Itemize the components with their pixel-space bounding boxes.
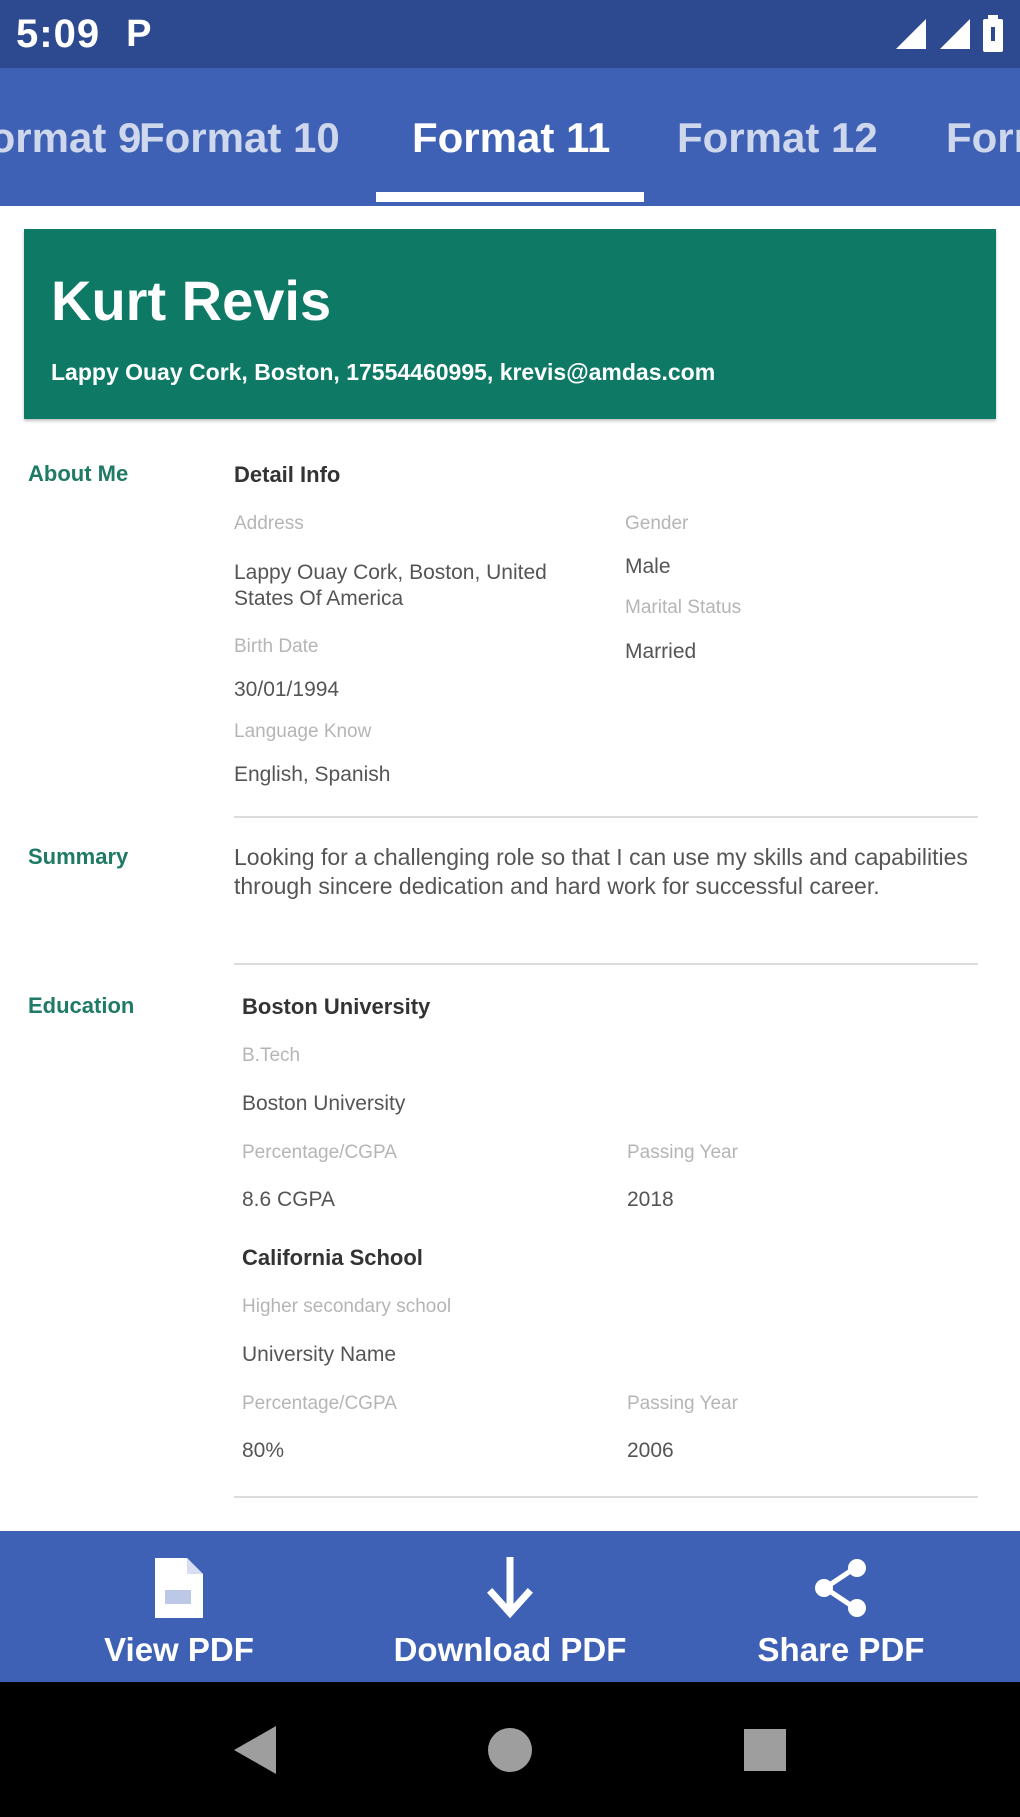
download-pdf-button[interactable]: Download PDF bbox=[376, 1531, 644, 1682]
section-label-education: Education bbox=[28, 993, 135, 1018]
divider bbox=[234, 963, 978, 965]
degree: Higher secondary school bbox=[242, 1296, 452, 1317]
back-icon bbox=[234, 1725, 276, 1774]
download-icon bbox=[486, 1553, 534, 1623]
divider bbox=[234, 816, 978, 818]
notification-icon: P bbox=[126, 12, 152, 55]
section-label-about: About Me bbox=[28, 461, 129, 486]
share-pdf-label: Share PDF bbox=[757, 1631, 925, 1668]
marital-status-value: Married bbox=[625, 640, 697, 663]
view-pdf-button[interactable]: View PDF bbox=[50, 1531, 308, 1682]
address-value: Lappy Ouay Cork, Boston, United States O… bbox=[234, 561, 547, 610]
status-icons bbox=[894, 15, 1004, 53]
recents-icon bbox=[744, 1728, 786, 1771]
format-tabs: Format 9 Format 10 Format 11 Format 12 F… bbox=[0, 68, 1020, 206]
navigation-bar bbox=[0, 1682, 1020, 1817]
tab-format-11[interactable]: Format 11 bbox=[412, 114, 610, 162]
resume-header: Kurt Revis Lappy Ouay Cork, Boston, 1755… bbox=[24, 229, 996, 419]
gender-label: Gender bbox=[625, 513, 689, 534]
gender-value: Male bbox=[625, 555, 671, 578]
university: University Name bbox=[242, 1343, 397, 1366]
percentage-label: Percentage/CGPA bbox=[242, 1142, 397, 1163]
address-label: Address bbox=[234, 513, 304, 534]
detail-info-title: Detail Info bbox=[234, 462, 341, 487]
tab-format-13[interactable]: Format 13 bbox=[946, 114, 1020, 162]
tab-indicator bbox=[376, 192, 644, 202]
home-button[interactable] bbox=[455, 1682, 565, 1817]
resume-contact: Lappy Ouay Cork, Boston, 17554460995, kr… bbox=[51, 359, 716, 385]
tab-format-10[interactable]: Format 10 bbox=[139, 114, 340, 162]
passing-year-value: 2006 bbox=[627, 1439, 674, 1462]
tab-format-12[interactable]: Format 12 bbox=[677, 114, 878, 162]
status-time: 5:09 bbox=[16, 11, 101, 56]
status-bar: 5:09 P bbox=[0, 0, 1020, 68]
back-button[interactable] bbox=[200, 1682, 310, 1817]
divider bbox=[234, 1496, 978, 1498]
cell-signal-icon bbox=[940, 19, 970, 49]
passing-year-label: Passing Year bbox=[627, 1393, 738, 1414]
percentage-value: 80% bbox=[242, 1439, 285, 1462]
birth-date-label: Birth Date bbox=[234, 636, 319, 657]
section-label-summary: Summary bbox=[28, 844, 129, 869]
marital-status-label: Marital Status bbox=[625, 597, 742, 618]
school-name: Boston University bbox=[242, 994, 431, 1019]
passing-year-label: Passing Year bbox=[627, 1142, 738, 1163]
home-icon bbox=[488, 1727, 532, 1772]
percentage-label: Percentage/CGPA bbox=[242, 1393, 397, 1414]
wifi-signal-icon bbox=[896, 19, 926, 49]
summary-text: Looking for a challenging role so that I… bbox=[234, 844, 968, 899]
university: Boston University bbox=[242, 1092, 406, 1115]
battery-icon bbox=[983, 15, 1003, 52]
download-pdf-label: Download PDF bbox=[393, 1631, 627, 1668]
share-pdf-button[interactable]: Share PDF bbox=[712, 1531, 970, 1682]
share-icon bbox=[813, 1553, 869, 1623]
resume-name: Kurt Revis bbox=[51, 269, 332, 332]
language-label: Language Know bbox=[234, 721, 372, 742]
passing-year-value: 2018 bbox=[627, 1188, 674, 1211]
tab-format-9[interactable]: Format 9 bbox=[0, 114, 141, 162]
pdf-file-icon bbox=[153, 1553, 205, 1623]
percentage-value: 8.6 CGPA bbox=[242, 1188, 335, 1211]
action-bar: View PDF Download PDF Share PDF bbox=[0, 1531, 1020, 1682]
birth-date-value: 30/01/1994 bbox=[234, 678, 340, 701]
degree: B.Tech bbox=[242, 1045, 301, 1066]
language-value: English, Spanish bbox=[234, 763, 391, 786]
school-name: California School bbox=[242, 1245, 423, 1270]
view-pdf-label: View PDF bbox=[104, 1631, 254, 1668]
recents-button[interactable] bbox=[710, 1682, 820, 1817]
